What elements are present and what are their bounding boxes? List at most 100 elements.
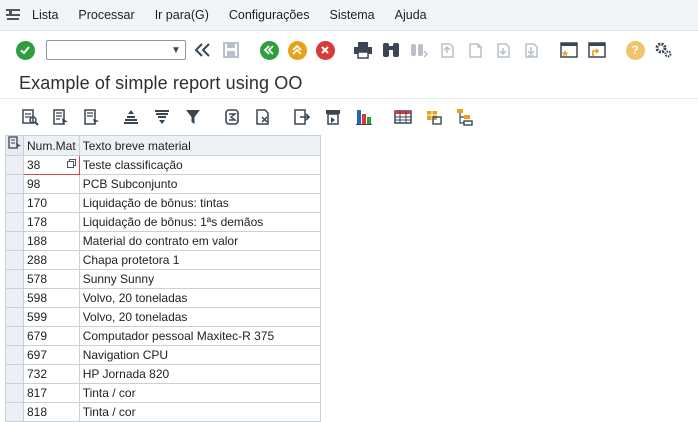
- back-button[interactable]: [192, 39, 214, 61]
- print-button[interactable]: [352, 39, 374, 61]
- command-field[interactable]: ▼: [46, 40, 186, 60]
- table-row[interactable]: 170 Liquidação de bônus: tintas: [5, 193, 321, 213]
- command-input[interactable]: [53, 41, 167, 59]
- cell-num-mat[interactable]: 170: [23, 193, 80, 213]
- sort-descending-button[interactable]: [151, 106, 173, 128]
- cell-texto-breve[interactable]: Computador pessoal Maxitec-R 375: [78, 326, 321, 346]
- row-selector[interactable]: [5, 326, 24, 346]
- table-row[interactable]: 98 PCB Subconjunto: [5, 174, 321, 194]
- table-row[interactable]: 38 Teste classificação: [5, 155, 321, 175]
- select-layout-button[interactable]: [50, 106, 72, 128]
- next-page-button[interactable]: [492, 39, 514, 61]
- cell-texto-breve[interactable]: HP Jornada 820: [78, 364, 321, 384]
- customize-button[interactable]: [652, 39, 674, 61]
- menu-icon[interactable]: [6, 9, 20, 21]
- row-selector[interactable]: [5, 383, 24, 403]
- row-selector[interactable]: [5, 155, 24, 175]
- row-selector[interactable]: [5, 193, 24, 213]
- cancel-button[interactable]: [314, 39, 336, 61]
- row-selector[interactable]: [5, 269, 24, 289]
- menu-sistema[interactable]: Sistema: [329, 8, 374, 22]
- cell-num-mat[interactable]: 38: [23, 155, 80, 175]
- row-selector[interactable]: [5, 250, 24, 270]
- cell-texto-breve[interactable]: Teste classificação: [78, 155, 321, 175]
- table-row[interactable]: 178 Liquidação de bônus: 1ªs demãos: [5, 212, 321, 232]
- cell-num-mat[interactable]: 98: [23, 174, 80, 194]
- green-back-button[interactable]: [258, 39, 280, 61]
- first-page-button[interactable]: [436, 39, 458, 61]
- table-row[interactable]: 679 Computador pessoal Maxitec-R 375: [5, 326, 321, 346]
- enter-button[interactable]: [14, 39, 36, 61]
- view-grid-button[interactable]: [392, 106, 414, 128]
- cell-num-mat[interactable]: 578: [23, 269, 80, 289]
- filter-button[interactable]: [182, 106, 204, 128]
- total-button[interactable]: [221, 106, 243, 128]
- table-row[interactable]: 188 Material do contrato em valor: [5, 231, 321, 251]
- cell-num-mat[interactable]: 817: [23, 383, 80, 403]
- last-page-button[interactable]: [520, 39, 542, 61]
- cell-texto-breve[interactable]: Volvo, 20 toneladas: [78, 307, 321, 327]
- cell-num-mat[interactable]: 697: [23, 345, 80, 365]
- table-row[interactable]: 817 Tinta / cor: [5, 383, 321, 403]
- menu-configuracoes[interactable]: Configurações: [229, 8, 310, 22]
- table-row[interactable]: 598 Volvo, 20 toneladas: [5, 288, 321, 308]
- column-header-num-mat[interactable]: Num.Mat: [23, 135, 80, 156]
- abc-analysis-button[interactable]: [454, 106, 476, 128]
- cell-texto-breve[interactable]: Liquidação de bônus: 1ªs demãos: [78, 212, 321, 232]
- table-row[interactable]: 599 Volvo, 20 toneladas: [5, 307, 321, 327]
- menu-ir-para[interactable]: Ir para(G): [155, 8, 209, 22]
- print-preview-button[interactable]: [322, 106, 344, 128]
- table-row[interactable]: 578 Sunny Sunny: [5, 269, 321, 289]
- local-file-button[interactable]: [423, 106, 445, 128]
- save-button[interactable]: [220, 39, 242, 61]
- prev-page-button[interactable]: [464, 39, 486, 61]
- column-header-texto[interactable]: Texto breve material: [78, 135, 321, 156]
- graphic-button[interactable]: [353, 106, 375, 128]
- cell-num-mat[interactable]: 599: [23, 307, 80, 327]
- cell-num-mat[interactable]: 598: [23, 288, 80, 308]
- chevron-down-icon[interactable]: ▼: [167, 45, 185, 56]
- row-selector[interactable]: [5, 231, 24, 251]
- row-selector[interactable]: [5, 402, 24, 422]
- new-session-button[interactable]: [558, 39, 580, 61]
- cell-num-mat[interactable]: 679: [23, 326, 80, 346]
- row-selector[interactable]: [5, 212, 24, 232]
- choose-layout-button[interactable]: [81, 106, 103, 128]
- find-button[interactable]: [380, 39, 402, 61]
- cell-num-mat[interactable]: 732: [23, 364, 80, 384]
- find-next-button[interactable]: [408, 39, 430, 61]
- details-button[interactable]: [19, 106, 41, 128]
- row-selector[interactable]: [5, 174, 24, 194]
- cell-texto-breve[interactable]: Chapa protetora 1: [78, 250, 321, 270]
- cell-num-mat[interactable]: 178: [23, 212, 80, 232]
- row-selector[interactable]: [5, 288, 24, 308]
- cell-texto-breve[interactable]: Navigation CPU: [78, 345, 321, 365]
- row-selector[interactable]: [5, 345, 24, 365]
- row-selector[interactable]: [5, 307, 24, 327]
- shortcut-button[interactable]: [586, 39, 608, 61]
- menu-ajuda[interactable]: Ajuda: [395, 8, 427, 22]
- export-button[interactable]: [291, 106, 313, 128]
- table-row[interactable]: 697 Navigation CPU: [5, 345, 321, 365]
- menu-lista[interactable]: Lista: [32, 8, 58, 22]
- cell-texto-breve[interactable]: Sunny Sunny: [78, 269, 321, 289]
- cell-texto-breve[interactable]: Material do contrato em valor: [78, 231, 321, 251]
- row-selector[interactable]: [5, 364, 24, 384]
- cell-texto-breve[interactable]: Tinta / cor: [78, 383, 321, 403]
- cell-num-mat[interactable]: 188: [23, 231, 80, 251]
- sort-ascending-button[interactable]: [120, 106, 142, 128]
- menu-processar[interactable]: Processar: [78, 8, 134, 22]
- table-row[interactable]: 818 Tinta / cor: [5, 402, 321, 422]
- cell-texto-breve[interactable]: Volvo, 20 toneladas: [78, 288, 321, 308]
- cell-texto-breve[interactable]: Liquidação de bônus: tintas: [78, 193, 321, 213]
- help-button[interactable]: ?: [624, 39, 646, 61]
- value-help-icon[interactable]: [66, 159, 76, 168]
- cell-texto-breve[interactable]: PCB Subconjunto: [78, 174, 321, 194]
- select-all-cell[interactable]: [5, 135, 24, 156]
- cell-num-mat[interactable]: 288: [23, 250, 80, 270]
- exit-button[interactable]: [286, 39, 308, 61]
- cell-num-mat[interactable]: 818: [23, 402, 80, 422]
- cell-texto-breve[interactable]: Tinta / cor: [78, 402, 321, 422]
- table-row[interactable]: 288 Chapa protetora 1: [5, 250, 321, 270]
- clear-button[interactable]: [252, 106, 274, 128]
